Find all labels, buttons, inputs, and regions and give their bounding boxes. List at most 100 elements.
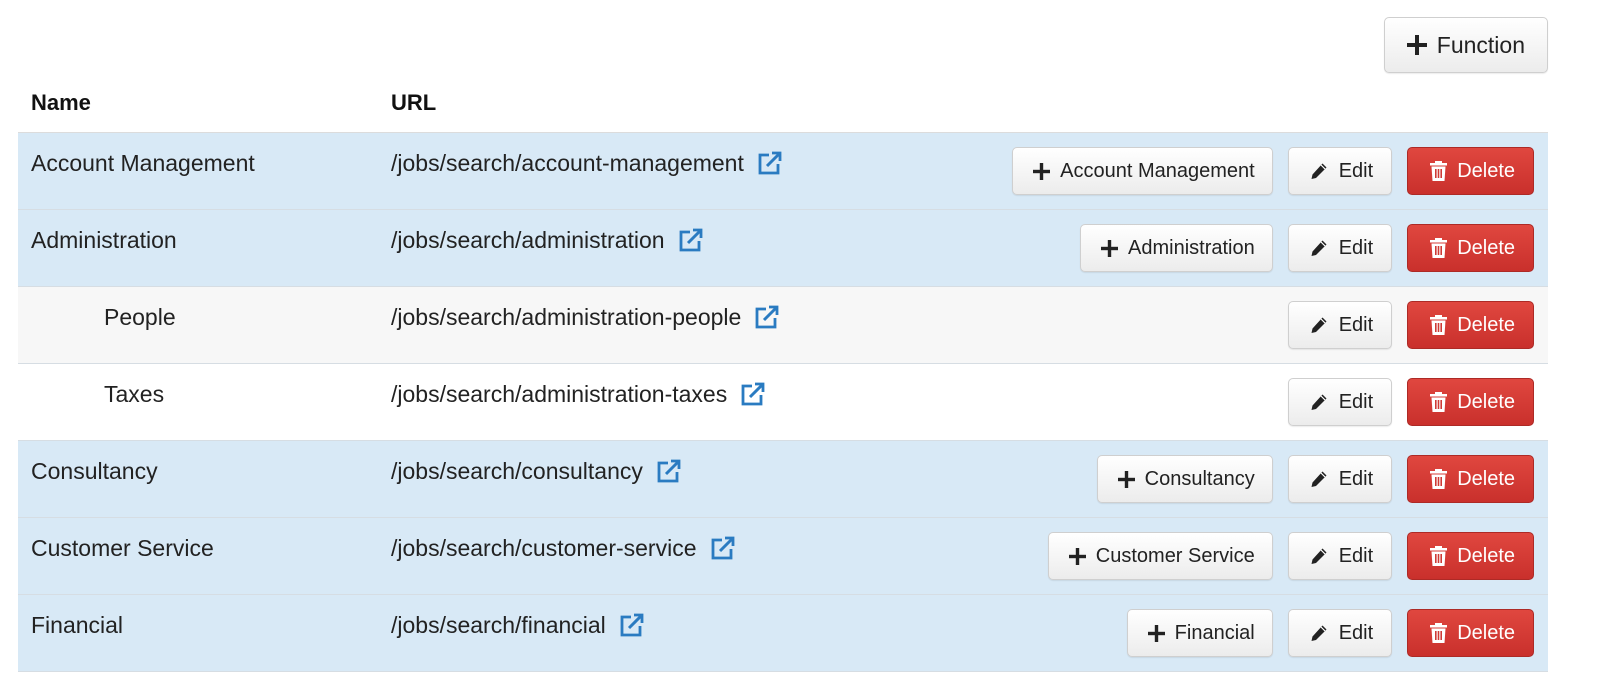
trash-icon (1430, 315, 1448, 335)
function-url-text: /jobs/search/account-management (391, 150, 744, 176)
pencil-icon (1309, 469, 1329, 489)
edit-button[interactable]: Edit (1287, 224, 1393, 272)
function-url: /jobs/search/administration (391, 227, 703, 254)
column-header-url: URL (391, 90, 437, 115)
pencil-icon (1309, 161, 1329, 181)
delete-button[interactable]: Delete (1407, 455, 1534, 503)
pencil-icon (1309, 546, 1329, 566)
function-url-text: /jobs/search/administration-people (391, 304, 742, 330)
column-header-name: Name (31, 90, 91, 115)
row-actions: Account Management Edit Delete (997, 147, 1534, 195)
external-link-icon[interactable] (739, 382, 765, 408)
edit-button[interactable]: Edit (1287, 532, 1393, 580)
table-row: Account Management/jobs/search/account-m… (18, 133, 1548, 210)
edit-button[interactable]: Edit (1287, 609, 1393, 657)
pencil-icon (1309, 623, 1329, 643)
row-actions: Edit Delete (1273, 378, 1534, 426)
add-subfunction-button[interactable]: Customer Service (1047, 532, 1273, 580)
function-url-text: /jobs/search/administration (391, 227, 665, 253)
plus-icon (1101, 239, 1118, 257)
table-row: People/jobs/search/administration-people… (18, 287, 1548, 364)
delete-button[interactable]: Delete (1407, 224, 1534, 272)
add-function-label: Function (1436, 31, 1525, 58)
table-header: Name URL (18, 80, 1548, 134)
delete-button[interactable]: Delete (1407, 147, 1534, 195)
function-name: Customer Service (31, 535, 214, 561)
edit-label: Edit (1338, 544, 1374, 567)
function-name: Consultancy (31, 458, 158, 484)
delete-label: Delete (1457, 467, 1515, 490)
add-subfunction-label: Administration (1128, 236, 1255, 259)
edit-label: Edit (1338, 236, 1374, 259)
row-actions: Administration Edit Delete (1065, 224, 1534, 272)
add-subfunction-label: Account Management (1060, 159, 1255, 182)
function-url-text: /jobs/search/consultancy (391, 458, 643, 484)
function-name: Taxes (104, 381, 165, 407)
external-link-icon[interactable] (756, 151, 782, 177)
add-subfunction-label: Customer Service (1095, 544, 1255, 567)
row-actions: Customer Service Edit Delete (1033, 532, 1534, 580)
table-row: Administration/jobs/search/administratio… (18, 210, 1548, 287)
function-name: People (104, 304, 176, 330)
function-name: Administration (31, 227, 177, 253)
edit-button[interactable]: Edit (1287, 301, 1393, 349)
add-subfunction-button[interactable]: Administration (1080, 224, 1273, 272)
delete-button[interactable]: Delete (1407, 301, 1534, 349)
delete-button[interactable]: Delete (1407, 532, 1534, 580)
table-row: Consultancy/jobs/search/consultancy Consu… (18, 441, 1548, 518)
pencil-icon (1309, 315, 1329, 335)
table-row: Customer Service/jobs/search/customer-se… (18, 518, 1548, 595)
trash-icon (1430, 469, 1448, 489)
add-subfunction-button[interactable]: Account Management (1012, 147, 1273, 195)
trash-icon (1430, 546, 1448, 566)
delete-label: Delete (1457, 390, 1515, 413)
trash-icon (1430, 392, 1448, 412)
edit-label: Edit (1338, 621, 1374, 644)
trash-icon (1430, 161, 1448, 181)
row-actions: Consultancy Edit Delete (1082, 455, 1534, 503)
trash-icon (1430, 238, 1448, 258)
delete-label: Delete (1457, 621, 1515, 644)
function-name: Financial (31, 612, 124, 638)
function-url: /jobs/search/administration-people (391, 304, 779, 331)
external-link-icon[interactable] (753, 305, 779, 331)
delete-label: Delete (1457, 236, 1515, 259)
function-url-text: /jobs/search/financial (391, 612, 606, 638)
edit-button[interactable]: Edit (1287, 378, 1393, 426)
functions-page: Function Name URL Account Management/job… (0, 0, 1600, 690)
delete-button[interactable]: Delete (1407, 378, 1534, 426)
add-subfunction-label: Consultancy (1144, 467, 1255, 490)
pencil-icon (1309, 238, 1329, 258)
plus-icon (1068, 547, 1086, 565)
add-subfunction-button[interactable]: Financial (1126, 609, 1273, 657)
edit-label: Edit (1338, 467, 1374, 490)
function-url: /jobs/search/account-management (391, 150, 782, 177)
external-link-icon[interactable] (677, 228, 703, 254)
functions-table-body: Account Management/jobs/search/account-m… (18, 133, 1548, 672)
function-url-text: /jobs/search/administration-taxes (391, 381, 728, 407)
function-url: /jobs/search/consultancy (391, 458, 681, 485)
function-url-text: /jobs/search/customer-service (391, 535, 697, 561)
edit-button[interactable]: Edit (1287, 455, 1393, 503)
edit-button[interactable]: Edit (1287, 147, 1393, 195)
function-name: Account Management (31, 150, 255, 176)
row-actions: Financial Edit Delete (1112, 609, 1534, 657)
table-row: Taxes/jobs/search/administration-taxes Ed… (18, 364, 1548, 441)
function-url: /jobs/search/administration-taxes (391, 381, 765, 408)
add-function-button[interactable]: Function (1383, 17, 1548, 73)
plus-icon (1117, 470, 1135, 488)
plus-icon (1033, 162, 1051, 180)
edit-label: Edit (1338, 313, 1374, 336)
delete-label: Delete (1457, 159, 1515, 182)
function-url: /jobs/search/customer-service (391, 535, 735, 562)
function-url: /jobs/search/financial (391, 612, 644, 639)
delete-label: Delete (1457, 544, 1515, 567)
external-link-icon[interactable] (709, 536, 735, 562)
external-link-icon[interactable] (655, 459, 681, 485)
delete-button[interactable]: Delete (1407, 609, 1534, 657)
edit-label: Edit (1338, 159, 1374, 182)
add-subfunction-button[interactable]: Consultancy (1096, 455, 1273, 503)
table-row: Financial/jobs/search/financial Financial… (18, 595, 1548, 672)
external-link-icon[interactable] (618, 613, 644, 639)
add-subfunction-label: Financial (1174, 621, 1255, 644)
